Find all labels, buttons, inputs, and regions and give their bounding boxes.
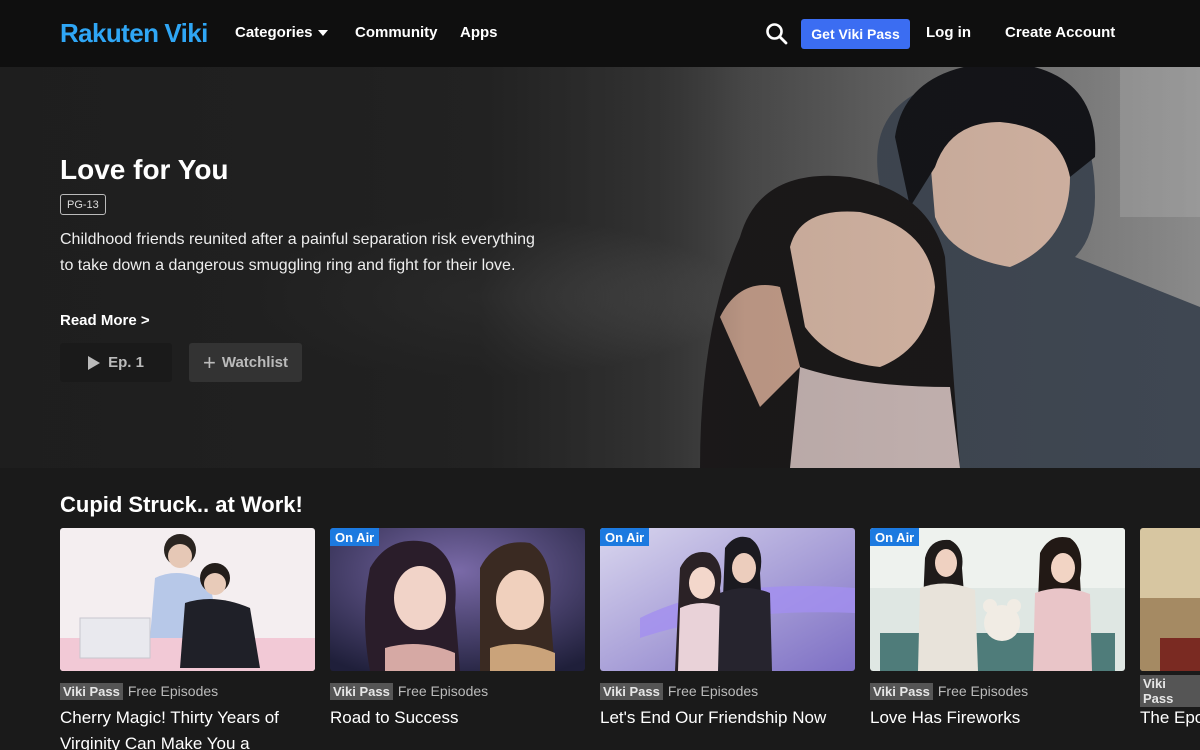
free-episodes-label: Free Episodes	[937, 683, 1029, 699]
viki-pass-badge: Viki Pass	[330, 682, 393, 700]
rakuten-viki-logo[interactable]: Rakuten Viki	[60, 18, 208, 48]
card-meta: Viki Pass Free Episodes	[870, 682, 1125, 700]
thumbnail-art	[1140, 528, 1200, 671]
show-title[interactable]: The Epo	[1140, 705, 1200, 731]
create-account-link[interactable]: Create Account	[1005, 24, 1115, 41]
show-thumbnail[interactable]	[1140, 528, 1200, 671]
free-episodes-label: Free Episodes	[667, 683, 759, 699]
show-thumbnail[interactable]: On Air	[330, 528, 585, 671]
logo-rakuten: Rakuten	[60, 18, 159, 48]
show-card[interactable]: On Air Viki Pass Free Episodes Let's End…	[600, 528, 855, 731]
show-thumbnail[interactable]: On Air	[870, 528, 1125, 671]
read-more-link[interactable]: Read More >	[60, 312, 150, 329]
card-meta: Viki Pass	[1140, 675, 1200, 707]
nav-categories[interactable]: Categories	[235, 24, 328, 41]
search-icon[interactable]	[764, 21, 790, 47]
thumbnail-art	[870, 528, 1125, 671]
login-link[interactable]: Log in	[926, 24, 971, 41]
add-watchlist-button[interactable]: + Watchlist	[189, 343, 302, 382]
hero-banner: Love for You PG-13 Childhood friends reu…	[0, 67, 1200, 468]
hero-description: Childhood friends reunited after a painf…	[60, 231, 535, 274]
free-episodes-label: Free Episodes	[397, 683, 489, 699]
show-card[interactable]: On Air Viki Pass Free Episodes Love Has …	[870, 528, 1125, 731]
get-viki-pass-button[interactable]: Get Viki Pass	[801, 19, 910, 49]
on-air-badge: On Air	[330, 528, 380, 546]
play-episode-button[interactable]: Ep. 1	[60, 343, 172, 382]
top-nav: Rakuten Viki Categories Community Apps G…	[0, 0, 1200, 67]
thumbnail-art	[330, 528, 585, 671]
on-air-badge: On Air	[870, 528, 920, 546]
hero-title[interactable]: Love for You	[60, 154, 229, 186]
show-title[interactable]: Let's End Our Friendship Now	[600, 705, 855, 731]
nav-apps[interactable]: Apps	[460, 24, 498, 41]
plus-icon: +	[203, 349, 216, 375]
show-card[interactable]: Viki Pass The Epo	[1140, 528, 1200, 731]
free-episodes-label: Free Episodes	[127, 683, 219, 699]
play-icon	[88, 355, 101, 370]
nav-community[interactable]: Community	[355, 24, 438, 41]
logo-viki: Viki	[164, 18, 208, 48]
viki-pass-badge: Viki Pass	[870, 682, 933, 700]
show-thumbnail[interactable]	[60, 528, 315, 671]
play-episode-label: Ep. 1	[108, 354, 144, 371]
thumbnail-art	[60, 528, 315, 671]
viki-pass-badge: Viki Pass	[1140, 675, 1200, 707]
show-title[interactable]: Road to Success	[330, 705, 585, 731]
chevron-down-icon	[317, 29, 328, 36]
show-title[interactable]: Cherry Magic! Thirty Years of Virginity …	[60, 705, 315, 750]
watchlist-label: Watchlist	[221, 354, 288, 371]
row-title[interactable]: Cupid Struck.. at Work!	[60, 492, 303, 518]
show-card[interactable]: Viki Pass Free Episodes Cherry Magic! Th…	[60, 528, 315, 750]
show-title[interactable]: Love Has Fireworks	[870, 705, 1125, 731]
thumbnail-art	[600, 528, 855, 671]
show-thumbnail[interactable]: On Air	[600, 528, 855, 671]
card-meta: Viki Pass Free Episodes	[60, 682, 315, 700]
viki-pass-badge: Viki Pass	[60, 682, 123, 700]
card-meta: Viki Pass Free Episodes	[600, 682, 855, 700]
nav-categories-label: Categories	[235, 24, 313, 41]
card-meta: Viki Pass Free Episodes	[330, 682, 585, 700]
rating-badge: PG-13	[60, 194, 106, 215]
on-air-badge: On Air	[600, 528, 650, 546]
viki-pass-badge: Viki Pass	[600, 682, 663, 700]
show-card[interactable]: On Air Viki Pass Free Episodes Road to S…	[330, 528, 585, 731]
